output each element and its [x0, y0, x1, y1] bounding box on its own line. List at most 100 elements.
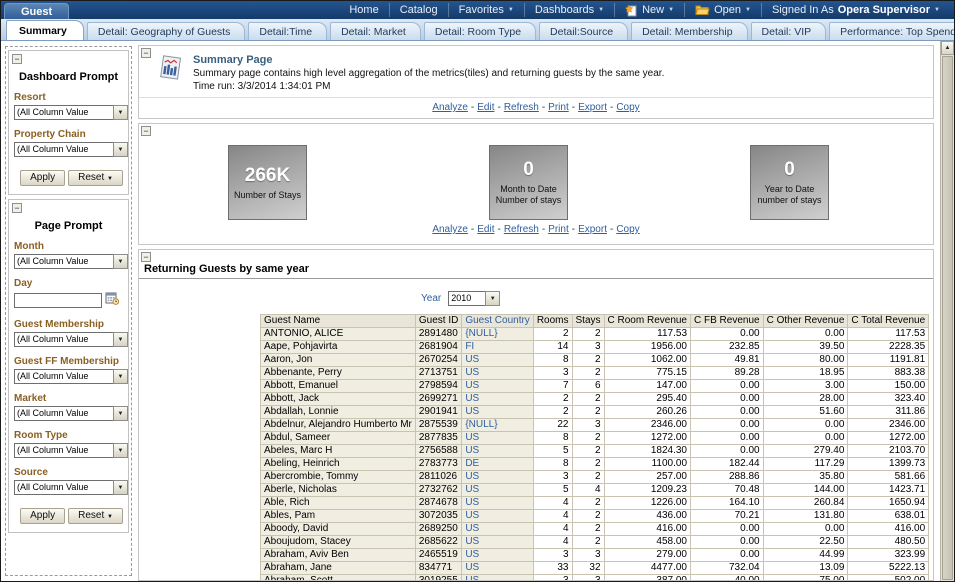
- column-header-rooms[interactable]: Rooms: [533, 315, 572, 328]
- tab-detail-source[interactable]: Detail:Source: [539, 22, 628, 40]
- calendar-icon[interactable]: [105, 291, 119, 310]
- nav-item-new[interactable]: New▼: [614, 3, 684, 17]
- prompt-select-resort[interactable]: (All Column Value▼: [14, 105, 128, 120]
- tab-detail-room-type[interactable]: Detail: Room Type: [424, 22, 536, 40]
- nav-item-home[interactable]: Home: [339, 3, 388, 17]
- dashboard-apply-button[interactable]: Apply: [20, 170, 65, 186]
- column-header-guest-country[interactable]: Guest Country: [462, 315, 533, 328]
- prompt-select-source[interactable]: (All Column Value▼: [14, 480, 128, 495]
- tab-summary[interactable]: Summary: [6, 20, 84, 40]
- page-reset-button[interactable]: Reset ▼: [68, 508, 123, 524]
- cell: 416.00: [604, 523, 690, 536]
- column-header-c-total-revenue[interactable]: C Total Revenue: [848, 315, 929, 328]
- guest-country-cell[interactable]: DE: [462, 458, 533, 471]
- guest-country-cell[interactable]: US: [462, 380, 533, 393]
- guest-name-cell: Aaron, Jon: [261, 354, 416, 367]
- analyze-link[interactable]: Analyze: [432, 224, 468, 235]
- nav-item-open[interactable]: Open▼: [684, 3, 761, 17]
- guest-country-cell[interactable]: US: [462, 406, 533, 419]
- tab-detail-market[interactable]: Detail: Market: [330, 22, 421, 40]
- guest-country-cell[interactable]: US: [462, 393, 533, 406]
- column-header-c-other-revenue[interactable]: C Other Revenue: [763, 315, 848, 328]
- prompt-select-room-type[interactable]: (All Column Value▼: [14, 443, 128, 458]
- select-arrow-button[interactable]: ▼: [113, 369, 128, 384]
- scrollbar-thumb[interactable]: [942, 56, 953, 580]
- table-row: Abercrombie, Tommy2811026US32257.00288.8…: [261, 471, 929, 484]
- guest-country-cell[interactable]: US: [462, 432, 533, 445]
- refresh-link[interactable]: Refresh: [504, 224, 539, 235]
- nav-item-label: New: [642, 4, 664, 16]
- guest-country-cell[interactable]: US: [462, 523, 533, 536]
- guest-id-cell: 2875539: [415, 419, 461, 432]
- column-header-guest-id[interactable]: Guest ID: [415, 315, 461, 328]
- cell: 3.00: [763, 380, 848, 393]
- guest-country-cell[interactable]: {NULL}: [462, 419, 533, 432]
- year-select[interactable]: 2010 ▼: [448, 291, 500, 306]
- select-arrow-button[interactable]: ▼: [113, 480, 128, 495]
- copy-link[interactable]: Copy: [616, 224, 639, 235]
- column-header-stays[interactable]: Stays: [572, 315, 604, 328]
- chevron-down-icon: ▼: [934, 7, 940, 13]
- tab-detail-membership[interactable]: Detail: Membership: [631, 22, 747, 40]
- nav-item-favorites[interactable]: Favorites▼: [448, 3, 524, 17]
- select-arrow-button[interactable]: ▼: [113, 105, 128, 120]
- select-arrow-button[interactable]: ▼: [113, 406, 128, 421]
- nav-item-dashboards[interactable]: Dashboards▼: [524, 3, 614, 17]
- year-select-arrow-button[interactable]: ▼: [485, 291, 500, 306]
- cell: 279.40: [763, 445, 848, 458]
- prompt-select-guest-membership[interactable]: (All Column Value▼: [14, 332, 128, 347]
- export-link[interactable]: Export: [578, 224, 607, 235]
- prompt-select-guest-ff-membership[interactable]: (All Column Value▼: [14, 369, 128, 384]
- dashboard-reset-button[interactable]: Reset ▼: [68, 170, 123, 186]
- column-header-guest-name[interactable]: Guest Name: [261, 315, 416, 328]
- tab-detail-time[interactable]: Detail:Time: [248, 22, 327, 40]
- collapse-summary-section-icon[interactable]: −: [141, 48, 151, 58]
- collapse-returning-section-icon[interactable]: −: [141, 252, 151, 262]
- dashboard-tab-guest[interactable]: Guest: [4, 3, 69, 19]
- collapse-dashboard-prompt-icon[interactable]: −: [12, 54, 22, 64]
- tab-performance-top-spenders[interactable]: Performance: Top Spenders: [829, 22, 955, 40]
- guest-country-cell[interactable]: US: [462, 497, 533, 510]
- guest-country-cell[interactable]: US: [462, 471, 533, 484]
- cell: 323.40: [848, 393, 929, 406]
- prompt-select-month[interactable]: (All Column Value▼: [14, 254, 128, 269]
- edit-link[interactable]: Edit: [477, 102, 494, 113]
- vertical-scrollbar[interactable]: ▲: [940, 41, 954, 581]
- select-arrow-button[interactable]: ▼: [113, 254, 128, 269]
- scroll-up-arrow-icon[interactable]: ▲: [941, 41, 954, 55]
- copy-link[interactable]: Copy: [616, 102, 639, 113]
- print-link[interactable]: Print: [548, 224, 569, 235]
- tab-detail-vip[interactable]: Detail: VIP: [751, 22, 827, 40]
- guest-country-cell[interactable]: US: [462, 484, 533, 497]
- column-header-c-fb-revenue[interactable]: C FB Revenue: [691, 315, 764, 328]
- edit-link[interactable]: Edit: [477, 224, 494, 235]
- export-link[interactable]: Export: [578, 102, 607, 113]
- guest-country-cell[interactable]: {NULL}: [462, 328, 533, 341]
- column-header-c-room-revenue[interactable]: C Room Revenue: [604, 315, 690, 328]
- signed-in-user[interactable]: Opera Supervisor: [838, 4, 930, 16]
- print-link[interactable]: Print: [548, 102, 569, 113]
- guest-country-cell[interactable]: US: [462, 562, 533, 575]
- guest-country-cell[interactable]: US: [462, 575, 533, 582]
- guest-country-cell[interactable]: US: [462, 354, 533, 367]
- select-arrow-button[interactable]: ▼: [113, 332, 128, 347]
- nav-item-catalog[interactable]: Catalog: [389, 3, 448, 17]
- select-arrow-button[interactable]: ▼: [113, 142, 128, 157]
- guest-country-cell[interactable]: US: [462, 367, 533, 380]
- collapse-page-prompt-icon[interactable]: −: [12, 203, 22, 213]
- guest-country-cell[interactable]: US: [462, 510, 533, 523]
- collapse-tiles-section-icon[interactable]: −: [141, 126, 151, 136]
- select-arrow-button[interactable]: ▼: [113, 443, 128, 458]
- guest-country-cell[interactable]: US: [462, 536, 533, 549]
- prompt-select-market[interactable]: (All Column Value▼: [14, 406, 128, 421]
- tab-detail-geography-of-guests[interactable]: Detail: Geography of Guests: [87, 22, 246, 40]
- guest-country-cell[interactable]: US: [462, 445, 533, 458]
- guest-country-cell[interactable]: FI: [462, 341, 533, 354]
- analyze-link[interactable]: Analyze: [432, 102, 468, 113]
- guest-country-cell[interactable]: US: [462, 549, 533, 562]
- day-input[interactable]: [14, 293, 102, 308]
- page-apply-button[interactable]: Apply: [20, 508, 65, 524]
- prompt-select-property-chain[interactable]: (All Column Value▼: [14, 142, 128, 157]
- year-prompt-label: Year: [421, 293, 441, 304]
- refresh-link[interactable]: Refresh: [504, 102, 539, 113]
